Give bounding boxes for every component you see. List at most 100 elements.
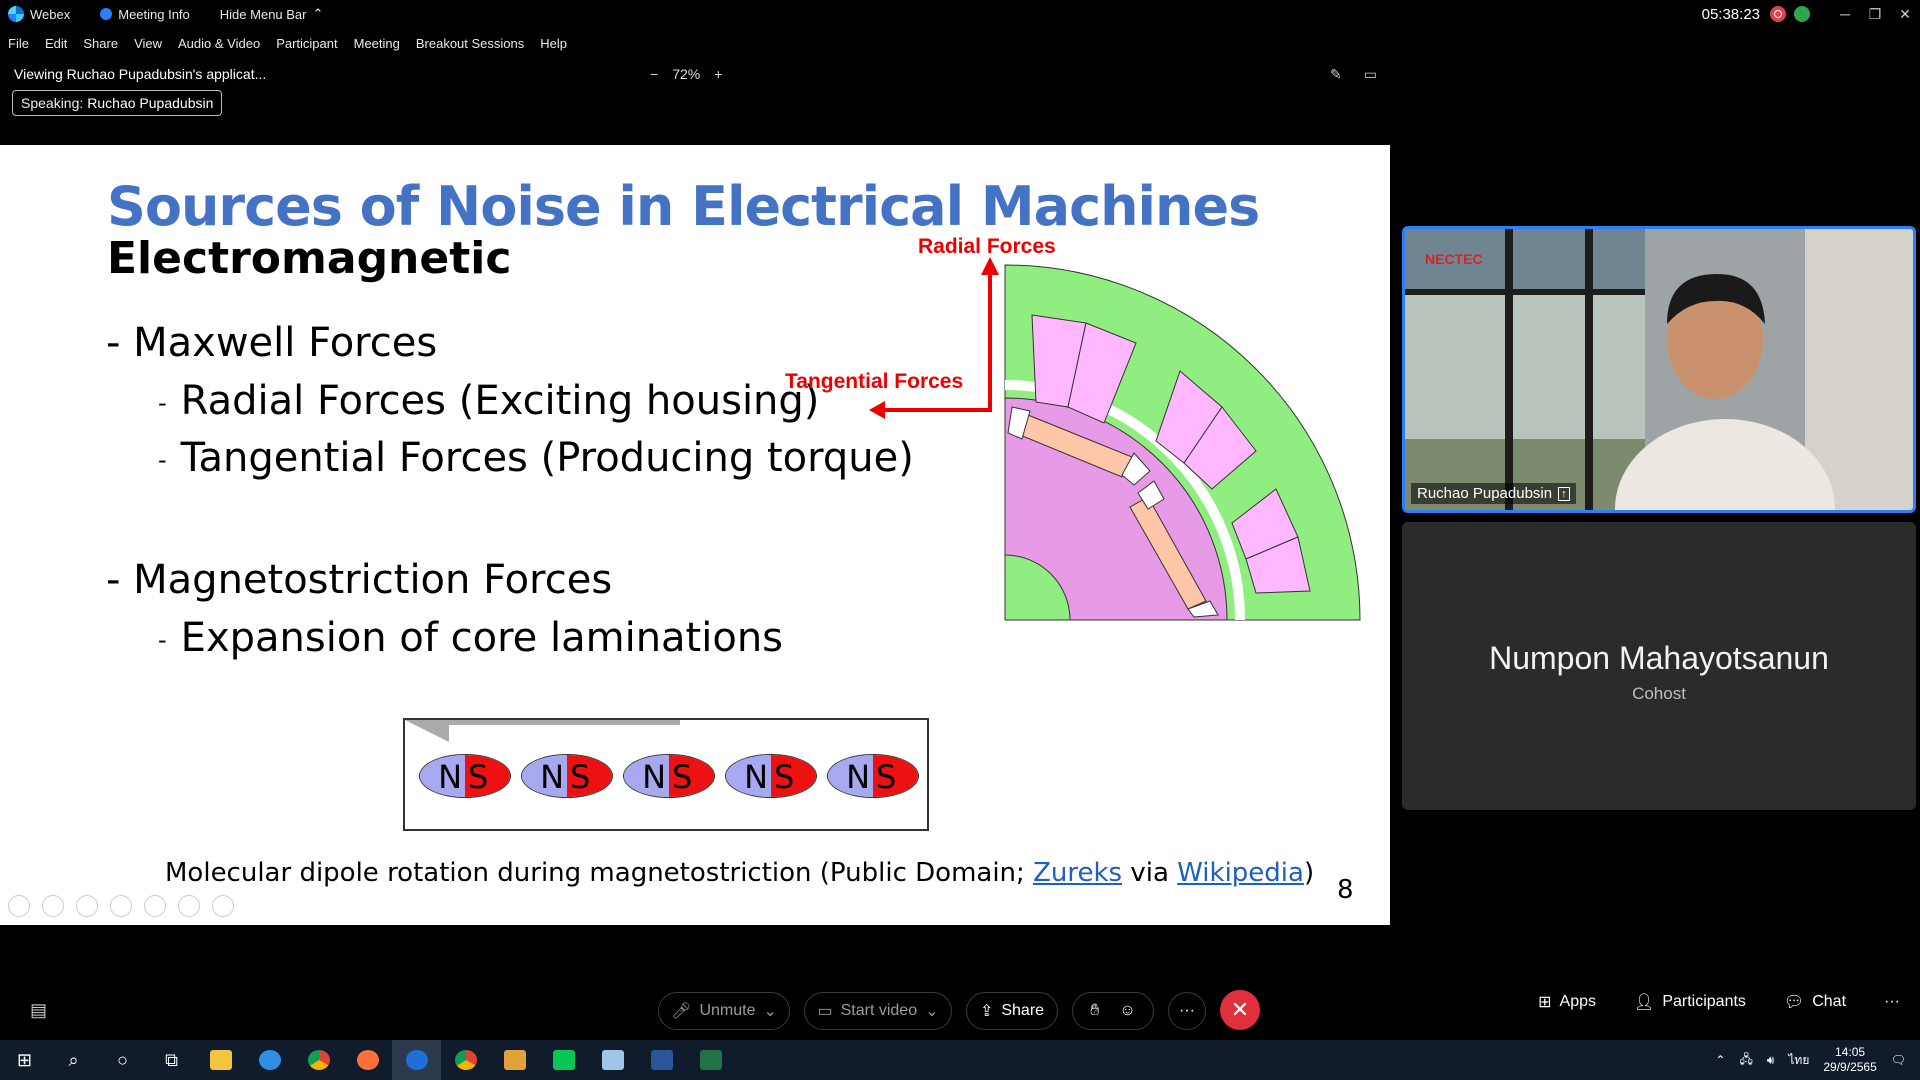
tangential-force-arrowhead [869,401,885,419]
muted-mic-icon: 🎤︎ [671,1003,692,1020]
task-view-icon: ⧉ [165,1049,178,1070]
taskbar-word[interactable] [637,1040,686,1080]
zoom-level[interactable]: 72% [672,66,700,82]
network-status-icon[interactable] [1794,6,1810,22]
video-participant-name: Ruchao Pupadubsin [1417,485,1553,502]
window-view [1405,289,1645,439]
wikipedia-link[interactable]: Wikipedia [1177,858,1304,888]
tangential-forces-label: Tangential Forces [785,370,964,393]
sub-bullet-radial: - Radial Forces (Exciting housing) [158,378,819,424]
captions-icon[interactable]: ▤ [30,1000,47,1021]
screen-share-icon: ↑ [1558,486,1570,501]
notifications-icon[interactable]: 🗨︎ [1891,1053,1906,1067]
tray-chevron-up-icon[interactable]: ⌃ [1715,1053,1725,1067]
menu-view[interactable]: View [134,36,162,51]
slides-grid-icon[interactable] [110,895,132,917]
slide-title: Sources of Noise in Electrical Machines [107,175,1260,238]
menu-edit[interactable]: Edit [45,36,67,51]
menu-breakout-sessions[interactable]: Breakout Sessions [416,36,524,51]
dipole-row: N S N S N S N S N S [419,754,919,798]
rotation-arrowhead [405,720,449,742]
hide-menu-bar-button[interactable]: Hide Menu Bar ⌃ [220,6,324,22]
slide-caption: Molecular dipole rotation during magneto… [165,858,1314,888]
magnetostriction-diagram: N S N S N S N S N S [403,718,929,831]
share-view-bar: Viewing Ruchao Pupadubsin's applicat... … [0,58,1390,90]
more-label: ··· [1179,1002,1195,1019]
cohost-tile[interactable]: Numpon Mahayotsanun Cohost [1402,522,1916,810]
close-icon[interactable]: ✕ [1890,6,1920,23]
taskbar-clock[interactable]: 14:05 29/9/2565 [1823,1045,1876,1075]
share-icon: ⇪ [979,1003,994,1020]
meeting-timer: 05:38:23 [1701,5,1760,23]
start-video-label: Start video [840,1002,918,1019]
taskbar-edge[interactable] [245,1040,294,1080]
taskbar-line[interactable] [539,1040,588,1080]
slide-toolbar [8,895,234,917]
start-button[interactable]: ⊞ [0,1040,49,1080]
more-options-button[interactable]: ··· [1168,992,1206,1030]
dipole: N S [725,754,817,798]
search-icon: ⌕ [68,1049,79,1070]
chrome-icon [454,1050,477,1070]
sub-bullet-text: Expansion of core laminations [180,615,784,661]
zoom-icon[interactable] [144,895,166,917]
menu-meeting[interactable]: Meeting [354,36,400,51]
more-options-icon[interactable] [212,895,234,917]
end-call-button[interactable]: ✕ [1220,990,1260,1030]
taskbar-chrome[interactable] [294,1040,343,1080]
panel-overflow-button[interactable]: ··· [1884,993,1900,1011]
raise-hand-icon[interactable]: ✋︎ [1090,1002,1099,1020]
pen-icon[interactable] [76,895,98,917]
edge-icon [258,1050,281,1070]
annotate-icon[interactable]: ✎ [1330,66,1342,83]
taskbar-firefox[interactable] [343,1040,392,1080]
menu-share[interactable]: Share [83,36,118,51]
video-frame: NECTEC [1405,229,1913,510]
previous-slide-icon[interactable] [8,895,30,917]
meeting-controls: ▤ 🎤︎ Unmute ⌄ ▭ Start video ⌄ ⇪ Share ✋︎… [0,980,1920,1040]
menu-audio-video[interactable]: Audio & Video [178,36,260,51]
speaking-indicator: Speaking: Ruchao Pupadubsin [12,90,223,116]
taskbar-webex[interactable] [392,1040,441,1080]
chat-label: Chat [1812,993,1847,1010]
network-icon[interactable]: 🖧︎ [1739,1050,1752,1071]
slide-page-number: 8 [1337,875,1354,905]
restore-icon[interactable]: ❐ [1860,6,1890,23]
zoom-out-button[interactable]: − [650,66,658,82]
meeting-info-button[interactable]: Meeting Info [100,7,190,22]
subtitles-icon[interactable] [178,895,200,917]
menu-help[interactable]: Help [540,36,567,51]
minimize-icon[interactable]: ─ [1830,6,1860,22]
task-view-button[interactable]: ⧉ [147,1040,196,1080]
unmute-button[interactable]: 🎤︎ Unmute ⌄ [658,992,790,1030]
next-slide-icon[interactable] [42,895,64,917]
input-language[interactable]: ไทย [1788,1051,1809,1070]
menu-file[interactable]: File [8,36,29,51]
word-icon [650,1050,673,1070]
popout-icon[interactable]: ▭ [1364,66,1377,83]
taskbar-excel[interactable] [686,1040,735,1080]
reactions-icon[interactable]: ☺ [1119,1002,1135,1020]
apps-button[interactable]: ⊞ Apps [1538,992,1596,1012]
start-video-button[interactable]: ▭ Start video ⌄ [804,992,952,1030]
recording-icon[interactable] [1770,6,1786,22]
menu-participant[interactable]: Participant [276,36,337,51]
search-button[interactable]: ⌕ [49,1040,98,1080]
dipole-n: N [726,755,771,797]
share-button[interactable]: ⇪ Share [966,992,1058,1030]
zoom-in-button[interactable]: + [714,66,722,82]
taskbar-app[interactable] [490,1040,539,1080]
participants-button[interactable]: 👤︎ Participants [1634,992,1746,1012]
bullet-maxwell: - Maxwell Forces [106,320,438,366]
speaking-label: Speaking: [21,95,84,111]
taskbar-file-explorer[interactable] [196,1040,245,1080]
zureks-link[interactable]: Zureks [1033,858,1122,888]
chat-button[interactable]: 💬︎ Chat [1784,992,1846,1012]
webex-app[interactable]: Webex [8,6,70,22]
cortana-button[interactable]: ○ [98,1040,147,1080]
taskbar-chrome-2[interactable] [441,1040,490,1080]
participant-video-tile[interactable]: NECTEC Ruchao Pupadubsin ↑ [1402,226,1916,513]
taskbar-notes[interactable] [588,1040,637,1080]
chevron-down-icon: ⌄ [925,1003,939,1020]
volume-icon[interactable]: 🔊︎ [1767,1053,1775,1068]
